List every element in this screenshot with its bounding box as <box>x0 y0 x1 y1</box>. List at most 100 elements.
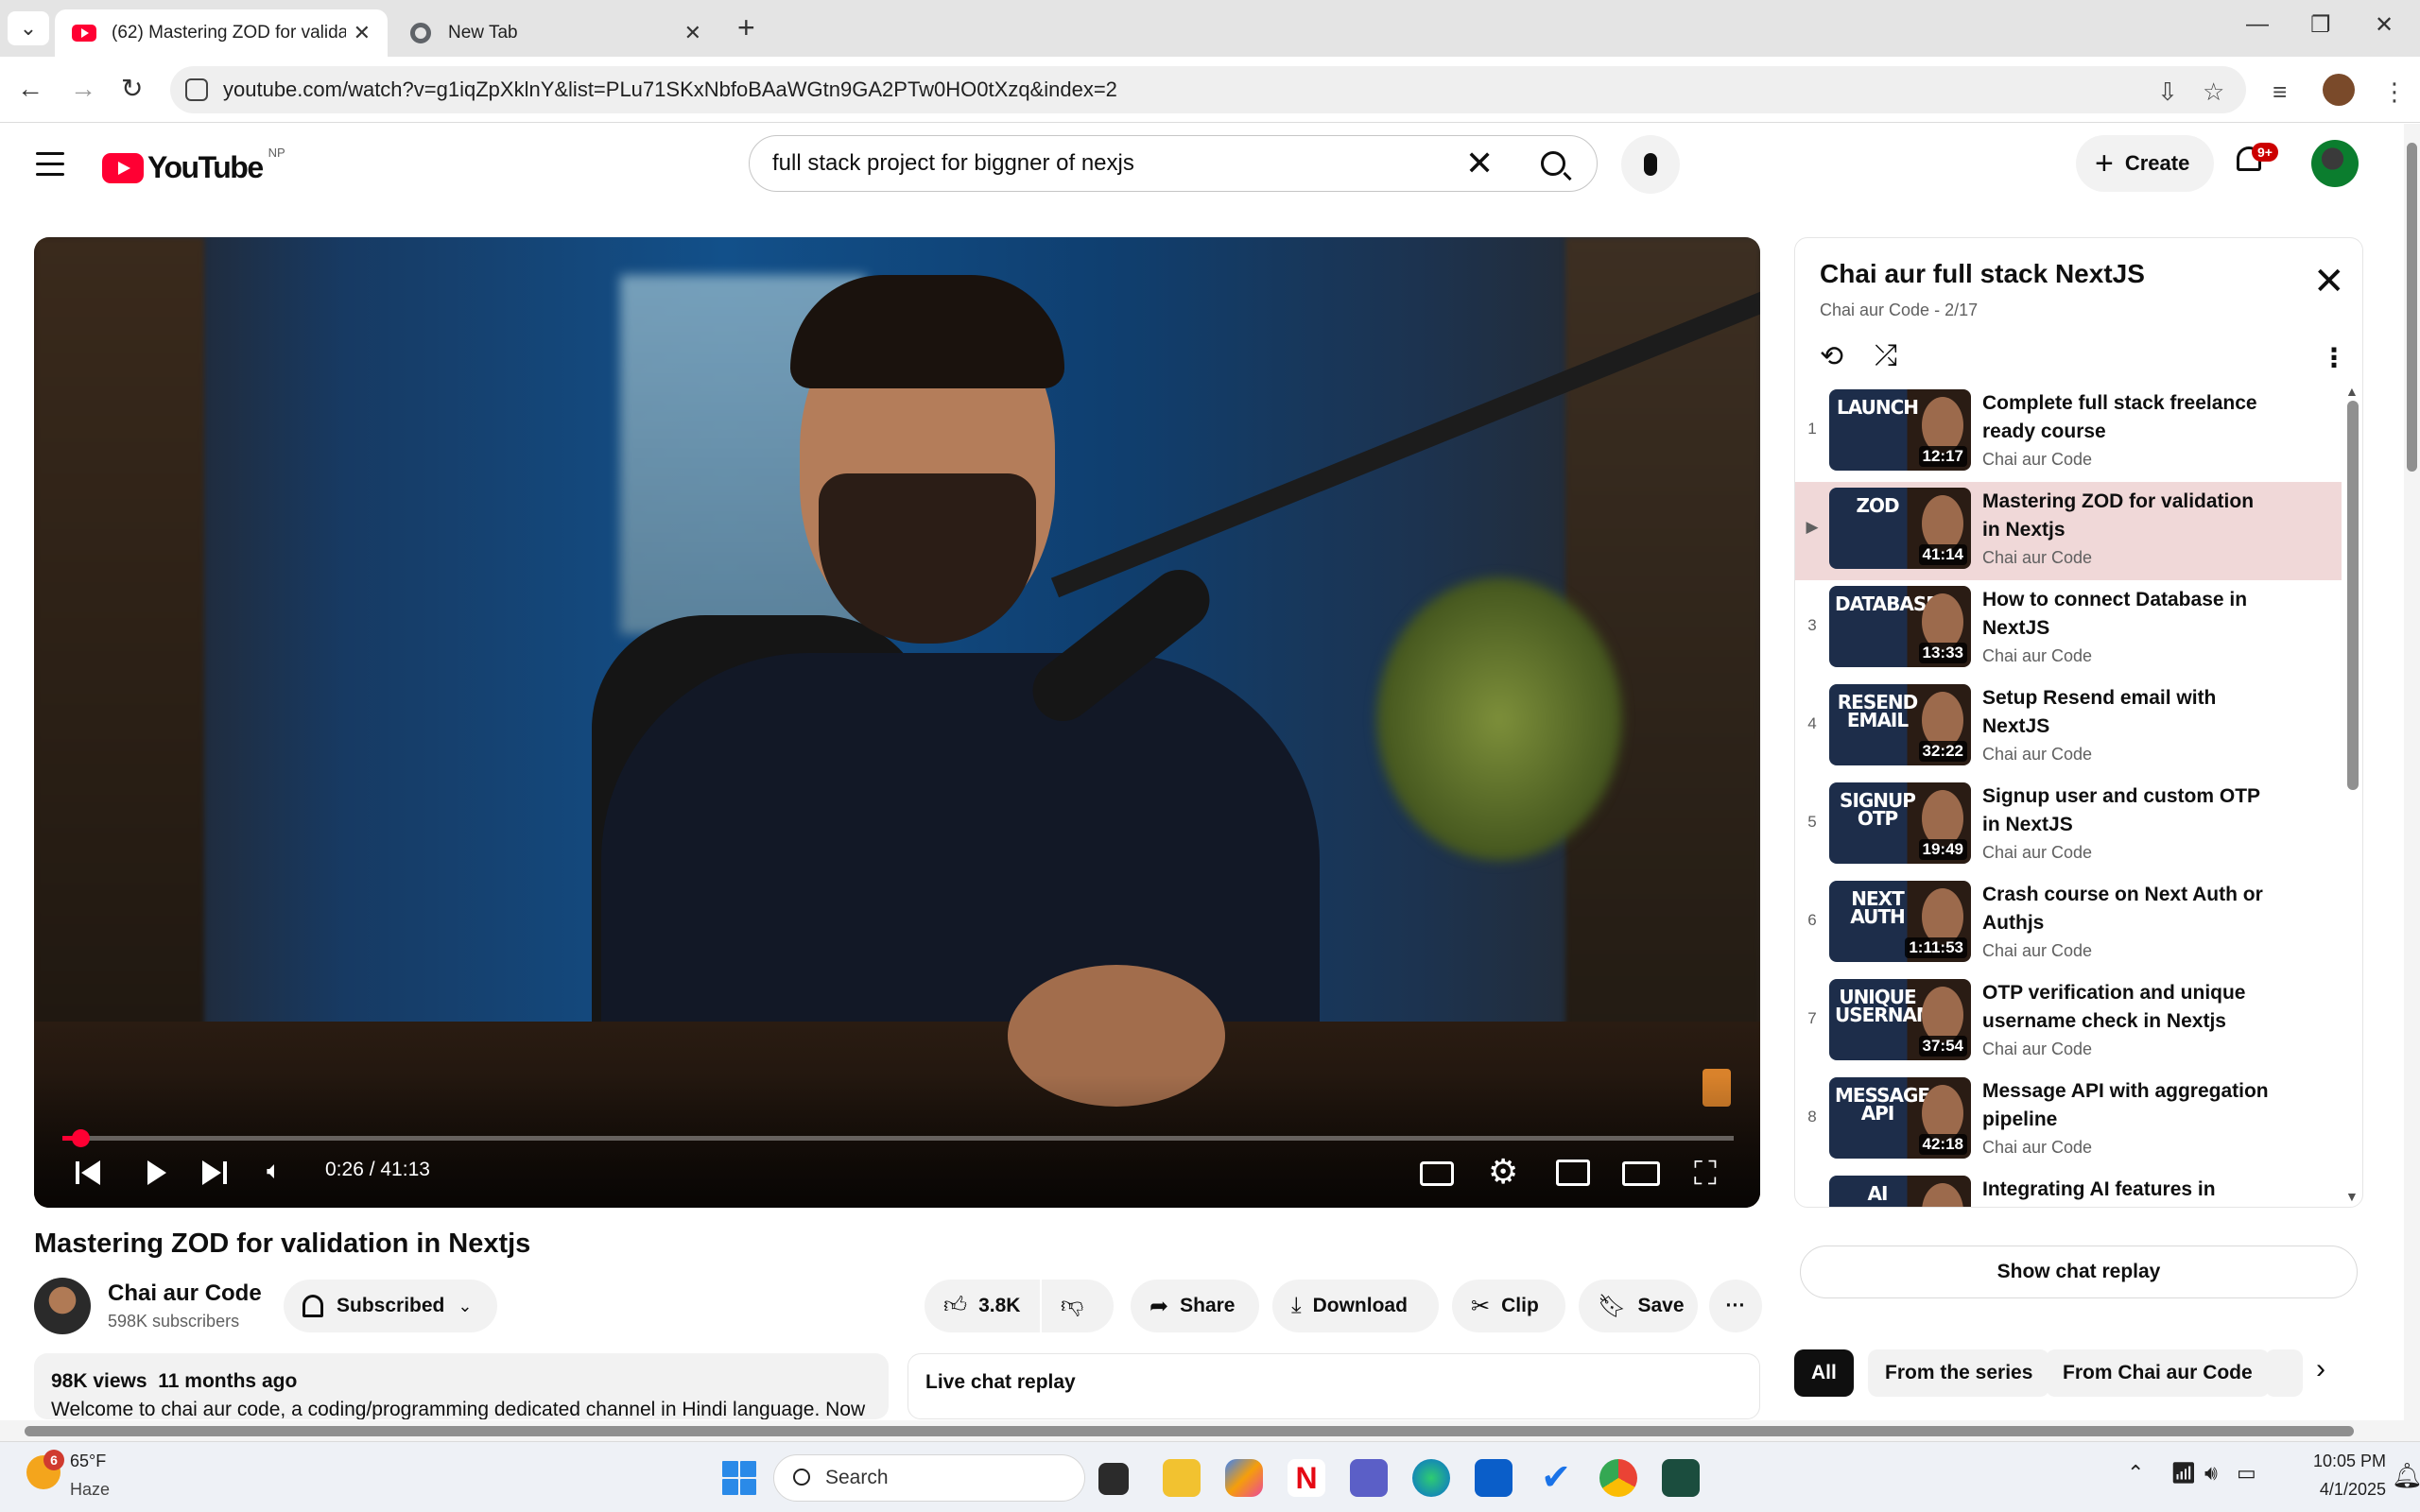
next-video-icon[interactable] <box>202 1160 229 1186</box>
chip-next-partial[interactable] <box>2265 1349 2303 1397</box>
description-box[interactable]: 98K views 11 months ago Welcome to chai … <box>34 1353 889 1419</box>
share-button[interactable]: ➦ Share <box>1131 1280 1259 1332</box>
show-hidden-icons-chevron[interactable]: ⌃ <box>2127 1461 2144 1486</box>
playlist-item-thumbnail[interactable]: NEXT AUTH 1:11:53 <box>1829 881 1971 962</box>
teams-icon[interactable] <box>1350 1459 1388 1497</box>
todo-check-icon[interactable]: ✔ <box>1537 1459 1575 1497</box>
close-window-icon[interactable]: ✕ <box>2375 11 2394 39</box>
site-info-icon[interactable] <box>185 78 208 101</box>
scroll-down-icon[interactable]: ▼ <box>2345 1189 2359 1204</box>
page-vertical-scrollbar[interactable] <box>2404 124 2420 1420</box>
clip-button[interactable]: ✂ Clip <box>1452 1280 1565 1332</box>
playlist-item-title[interactable]: Message API with aggregation pipeline <box>1982 1077 2275 1134</box>
channel-avatar[interactable] <box>34 1278 91 1334</box>
progress-scrubber[interactable] <box>71 1129 90 1147</box>
guide-menu-icon[interactable] <box>36 152 64 183</box>
install-app-icon[interactable]: ⇩ <box>2157 77 2178 107</box>
taskbar-search-box[interactable]: Search <box>773 1454 1085 1502</box>
volume-icon[interactable]: 🔈︎ <box>267 1156 282 1186</box>
browser-tab-newtab[interactable]: New Tab ✕ <box>393 9 718 57</box>
video-player[interactable]: 🔈︎ 0:26 / 41:13 ⚙ ⛶ <box>34 237 1760 1208</box>
playlist-item-title[interactable]: Signup user and custom OTP in NextJS <box>1982 782 2275 839</box>
copilot-icon[interactable] <box>1225 1459 1263 1497</box>
voice-search-button[interactable] <box>1621 135 1680 194</box>
windows-start-icon[interactable] <box>722 1461 756 1495</box>
clock-time[interactable]: 10:05 PM <box>2280 1452 2386 1471</box>
playlist-item[interactable]: ▶ ZOD 41:14 Mastering ZOD for validation in… <box>1795 482 2342 580</box>
close-tab-icon[interactable]: ✕ <box>354 21 371 45</box>
scroll-thumb[interactable] <box>2407 143 2417 472</box>
youtube-logo[interactable]: YouTube NP <box>102 146 285 185</box>
restore-window-icon[interactable]: ❐ <box>2310 11 2331 39</box>
playlist-item-title[interactable]: Integrating AI features in <box>1982 1176 2275 1204</box>
playlist-item[interactable]: 7 UNIQUE USERNAME 37:54 OTP verification an… <box>1795 973 2342 1072</box>
playlist-item[interactable]: 8 MESSAGE API 42:18 Message API with aggreg… <box>1795 1072 2342 1170</box>
microsoft-store-icon[interactable] <box>1475 1459 1512 1497</box>
shuffle-icon[interactable]: ⤮ <box>1875 340 1897 372</box>
playlist-item-thumbnail[interactable]: DATABASE 13:33 <box>1829 586 1971 667</box>
playlist-item-thumbnail[interactable]: RESEND EMAIL 32:22 <box>1829 684 1971 765</box>
playlist-item[interactable]: 3 DATABASE 13:33 How to connect Database in… <box>1795 580 2342 679</box>
tab-search-button[interactable]: ⌄ <box>8 11 49 45</box>
scroll-up-icon[interactable]: ▲ <box>2345 384 2359 399</box>
browser-menu-icon[interactable]: ⋮ <box>2382 77 2407 107</box>
browser-profile-avatar[interactable] <box>2323 74 2355 106</box>
bookmark-star-icon[interactable]: ☆ <box>2203 77 2224 107</box>
playlist-scrollbar-thumb[interactable] <box>2347 401 2359 790</box>
close-playlist-icon[interactable]: ✕ <box>2313 263 2345 301</box>
progress-bar[interactable] <box>62 1129 1734 1147</box>
playlist-item-thumbnail[interactable]: ZOD 41:14 <box>1829 488 1971 569</box>
playlist-item-thumbnail[interactable]: UNIQUE USERNAME 37:54 <box>1829 979 1971 1060</box>
address-bar[interactable]: youtube.com/watch?v=g1iqZpXklnY&list=PLu… <box>170 66 2246 113</box>
clear-search-icon[interactable]: ✕ <box>1465 145 1494 182</box>
minimize-window-icon[interactable]: — <box>2246 11 2269 38</box>
chip-all[interactable]: All <box>1794 1349 1854 1397</box>
search-button[interactable] <box>1524 139 1582 188</box>
forward-arrow-icon[interactable]: → <box>70 72 96 106</box>
save-button[interactable]: 🔖︎ Save <box>1579 1280 1698 1332</box>
close-tab-icon[interactable]: ✕ <box>684 21 701 45</box>
theater-mode-icon[interactable] <box>1622 1161 1660 1186</box>
fullscreen-icon[interactable]: ⛶ <box>1694 1156 1717 1193</box>
play-icon[interactable] <box>144 1160 170 1186</box>
media-controls-icon[interactable]: ≡ <box>2273 77 2287 107</box>
playlist-item-title[interactable]: Crash course on Next Auth or Authjs <box>1982 881 2275 937</box>
browser-tab-youtube[interactable]: (62) Mastering ZOD for validati ✕ <box>55 9 388 57</box>
dislike-button[interactable]: 👎︎ <box>1042 1280 1114 1332</box>
file-explorer-icon[interactable] <box>1163 1459 1201 1497</box>
speaker-icon[interactable]: 🔊︎ <box>2204 1461 2218 1486</box>
task-view-icon[interactable] <box>1098 1463 1129 1495</box>
like-button[interactable]: 👍︎ 3.8K <box>925 1280 1040 1332</box>
chrome-icon[interactable] <box>1599 1459 1637 1497</box>
loop-icon[interactable]: ⟲ <box>1820 340 1843 373</box>
playlist-title[interactable]: Chai aur full stack NextJS <box>1820 259 2145 289</box>
playlist-item-thumbnail[interactable]: MESSAGE API 42:18 <box>1829 1077 1971 1159</box>
clock-date[interactable]: 4/1/2025 <box>2280 1480 2386 1500</box>
playlist-item-title[interactable]: Mastering ZOD for validation in Nextjs <box>1982 488 2275 544</box>
playlist-item-title[interactable]: How to connect Database in NextJS <box>1982 586 2275 643</box>
wifi-icon[interactable]: 📶︎ <box>2170 1461 2197 1486</box>
edge-icon[interactable] <box>1412 1459 1450 1497</box>
download-button[interactable]: ⤓ Download <box>1272 1280 1439 1332</box>
notification-center-icon[interactable]: 🔔︎ <box>2392 1461 2420 1490</box>
netflix-icon[interactable]: N <box>1288 1459 1325 1497</box>
scroll-thumb[interactable] <box>25 1426 2354 1436</box>
reload-icon[interactable]: ↻ <box>121 72 143 106</box>
playlist-item-thumbnail[interactable]: SIGNUP OTP 19:49 <box>1829 782 1971 864</box>
playlist-item[interactable]: AI Integrating AI features in <box>1795 1170 2342 1207</box>
playlist-item[interactable]: 5 SIGNUP OTP 19:49 Signup user and custom O… <box>1795 777 2342 875</box>
previous-video-icon[interactable] <box>76 1160 102 1186</box>
miniplayer-icon[interactable] <box>1556 1160 1590 1186</box>
playlist-item-title[interactable]: OTP verification and unique username che… <box>1982 979 2275 1036</box>
chevron-right-icon[interactable]: › <box>2316 1353 2325 1385</box>
more-actions-button[interactable]: ··· <box>1709 1280 1762 1332</box>
playlist-more-icon[interactable]: ⋮ <box>2321 342 2347 373</box>
chip-from-channel[interactable]: From Chai aur Code <box>2046 1349 2270 1397</box>
playlist-item[interactable]: 6 NEXT AUTH 1:11:53 Crash course on Next Au… <box>1795 875 2342 973</box>
playlist-item-thumbnail[interactable]: LAUNCH 12:17 <box>1829 389 1971 471</box>
subscribed-button[interactable]: Subscribed ⌄ <box>284 1280 497 1332</box>
account-avatar[interactable] <box>2311 140 2359 187</box>
subtitles-icon[interactable] <box>1420 1161 1454 1186</box>
chip-from-series[interactable]: From the series <box>1868 1349 2050 1397</box>
show-chat-replay-button[interactable]: Show chat replay <box>1800 1246 2358 1298</box>
